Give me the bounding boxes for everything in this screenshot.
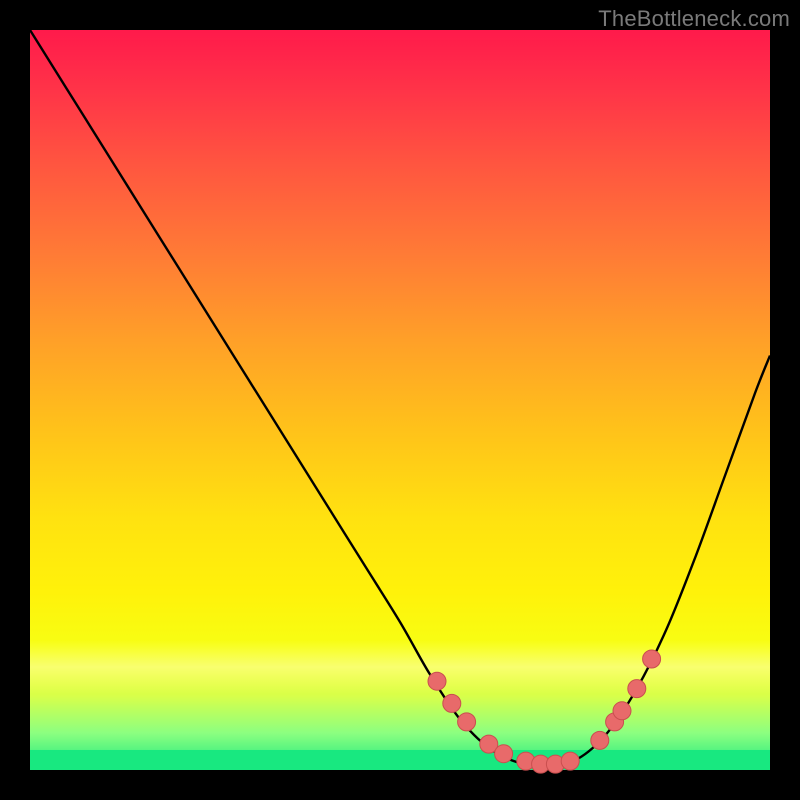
data-dot — [628, 680, 646, 698]
data-dot — [443, 694, 461, 712]
data-dot — [428, 672, 446, 690]
data-dot — [643, 650, 661, 668]
data-dot — [495, 745, 513, 763]
dots-group — [428, 650, 661, 773]
data-dot — [561, 752, 579, 770]
data-dot — [591, 731, 609, 749]
chart-frame: TheBottleneck.com — [0, 0, 800, 800]
data-dot — [613, 702, 631, 720]
data-dot — [458, 713, 476, 731]
watermark-text: TheBottleneck.com — [598, 6, 790, 32]
chart-svg — [30, 30, 770, 770]
